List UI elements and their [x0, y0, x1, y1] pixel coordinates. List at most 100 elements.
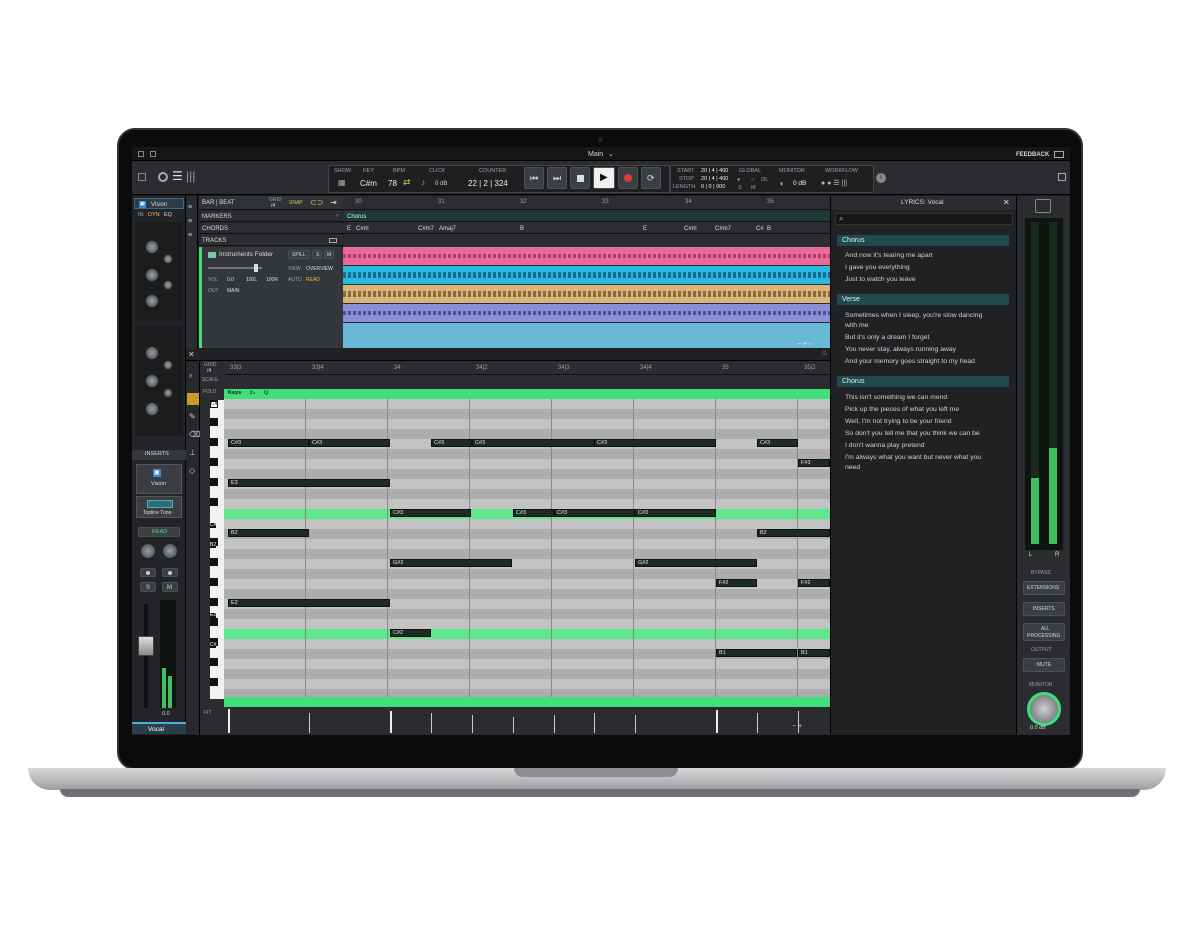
pan-knob[interactable]	[162, 543, 178, 559]
bypass-extensions-button[interactable]: EXTENSIONS	[1023, 581, 1065, 595]
chevron-down-icon[interactable]: ⌄	[608, 151, 614, 158]
midi-note[interactable]: B2	[757, 529, 830, 537]
dynamics-tab[interactable]: DYN	[148, 212, 160, 219]
midi-note[interactable]: C#3	[554, 509, 635, 517]
eq-shelf-knob[interactable]	[163, 388, 173, 398]
midi-note[interactable]: C#3	[635, 509, 716, 517]
midi-note[interactable]: G#2	[635, 559, 757, 567]
midi-note[interactable]: C#3	[513, 509, 554, 517]
chord-label[interactable]: E	[643, 226, 647, 232]
plugin-slot[interactable]: ▣ Vision	[134, 198, 184, 209]
chord-label[interactable]: C#m	[684, 226, 697, 232]
midi-note[interactable]: C#3	[431, 439, 472, 447]
clip-blue[interactable]	[343, 323, 830, 348]
editor-menu-icon[interactable]: ⊙	[822, 351, 827, 357]
menu-icon[interactable]	[138, 151, 144, 157]
bypass-all-processing-button[interactable]: ALL PROCESSING	[1023, 623, 1065, 641]
vol-value[interactable]: 0.0	[227, 278, 234, 283]
clip-cyan[interactable]	[343, 266, 830, 284]
start-value[interactable]: 20 | 4 | 400	[701, 168, 728, 175]
markers-row[interactable]: MARKERS ›	[199, 211, 343, 222]
send-a-knob[interactable]	[140, 543, 156, 559]
midi-note[interactable]: B1	[716, 649, 797, 657]
midi-note[interactable]: C#3	[472, 439, 594, 447]
scale-label[interactable]: SCALE	[202, 378, 218, 383]
midi-note[interactable]: C#2	[390, 629, 431, 637]
lyric-line[interactable]: And now it's tearing me apart	[845, 252, 933, 260]
piano-grid-value[interactable]: /4	[207, 369, 211, 374]
tracks-collapse-icon[interactable]	[329, 238, 337, 243]
ratio-knob[interactable]	[145, 294, 159, 308]
chord-lane[interactable]: E C#m C#m7 Amaj7 B E C#m C#m7 C# B	[343, 223, 830, 234]
marker-lane[interactable]: Chorus	[343, 211, 830, 222]
insert-slot-2[interactable]: Topline Tune	[136, 496, 182, 518]
window-title[interactable]: Main	[588, 151, 603, 158]
fit-label[interactable]: FIT	[204, 711, 212, 716]
insert-slot-1[interactable]: ▣ Vision	[136, 464, 182, 494]
lyric-line[interactable]: I don't wanna play pretend	[845, 442, 925, 450]
bar-ruler[interactable]: 30 31 32 33 34 35	[343, 196, 830, 210]
target-icon[interactable]	[158, 172, 168, 182]
eq-freq-knob[interactable]	[145, 346, 159, 360]
channel-name-tab[interactable]: Vocal	[132, 722, 186, 734]
snap-toggle[interactable]: SNAP	[289, 201, 303, 206]
list-icon-3[interactable]: ≡	[188, 218, 192, 225]
lyric-line[interactable]: need	[845, 464, 860, 472]
lyric-line[interactable]: I'm always what you want but never what …	[845, 454, 981, 462]
sidebar-toggle-icon[interactable]	[138, 173, 146, 181]
piano-ruler[interactable]: 33|3 33|4 34 34|2 34|3 34|4 35 35|2	[224, 361, 830, 375]
key-value[interactable]: C#m	[360, 180, 377, 188]
show-label[interactable]: SHOW	[334, 168, 351, 175]
midi-note[interactable]: E3	[228, 479, 390, 487]
midi-note[interactable]: F#3	[798, 459, 830, 467]
lyric-line[interactable]: And your memory goes straight to my head	[845, 358, 975, 366]
out-value[interactable]: MAIN	[227, 289, 240, 294]
lyric-line[interactable]: This isn't something we can mend	[845, 394, 947, 402]
midi-note[interactable]: G#2	[390, 559, 512, 567]
midi-note[interactable]: E2	[228, 599, 390, 607]
clip-tan[interactable]	[343, 285, 830, 303]
midi-note[interactable]: F#2	[716, 579, 757, 587]
chord-label[interactable]: C#m7	[418, 226, 434, 232]
link-icon[interactable]: ⊂⊃	[310, 199, 323, 207]
global-solo[interactable]: S	[738, 185, 742, 192]
chord-label[interactable]: C#m7	[715, 226, 731, 232]
tempo-sync-icon[interactable]: ⇄	[403, 178, 411, 187]
eq-q-knob[interactable]	[145, 402, 159, 416]
chord-label[interactable]: E	[347, 226, 351, 232]
eraser-tool-icon[interactable]: ◇	[189, 467, 195, 475]
brush-tool-icon[interactable]: ⌫	[189, 431, 200, 439]
quantize-tool-icon[interactable]: ⊥	[189, 449, 196, 457]
length-value[interactable]: 0 | 0 | 000	[701, 184, 725, 191]
play-button[interactable]: ▶	[593, 167, 615, 189]
rewind-button[interactable]: ⏮	[524, 167, 544, 189]
chevron-right-icon-2[interactable]: ›	[189, 371, 192, 380]
folder-mute-button[interactable]: M	[324, 250, 334, 259]
bar-beat-label[interactable]: BAR | BEAT	[202, 200, 234, 206]
monitor-input-button[interactable]	[162, 568, 178, 577]
mixer-icon[interactable]: |||	[186, 170, 195, 182]
tracks-row[interactable]: TRACKS	[199, 235, 343, 246]
list-icon-4[interactable]: ≡	[188, 232, 192, 239]
monitor-knob[interactable]	[1027, 692, 1061, 726]
list-icon[interactable]: ☰	[172, 170, 183, 182]
click-level[interactable]: 0 dB	[435, 181, 447, 187]
folder-track-header[interactable]: Instruments Folder SPILL S M VOL 0.0 100…	[199, 247, 343, 348]
automation-read-button[interactable]: READ	[138, 527, 180, 537]
folder-solo-button[interactable]: S	[312, 250, 322, 259]
loop-button[interactable]: ⟳	[641, 167, 661, 189]
lyric-line[interactable]: So don't you tell me that you think we c…	[845, 430, 980, 438]
fold-label[interactable]: FOLD	[203, 390, 216, 395]
clip-pink[interactable]	[343, 247, 830, 265]
midi-note[interactable]: F#2	[798, 579, 830, 587]
depth-knob[interactable]	[145, 268, 159, 282]
pencil-tool-icon[interactable]: ✎	[189, 413, 196, 421]
lyrics-section-header[interactable]: Chorus	[837, 376, 1009, 387]
keys-strip[interactable]: Keys ♯♭ Q	[224, 389, 830, 399]
list-icon-2[interactable]: ≡	[188, 204, 192, 211]
midi-note[interactable]: C#3	[594, 439, 716, 447]
headphones-icon[interactable]: ◖	[779, 180, 784, 188]
auto-value[interactable]: READ	[306, 278, 320, 283]
fit-strip[interactable]	[224, 697, 830, 707]
midi-note[interactable]: C#3	[757, 439, 798, 447]
